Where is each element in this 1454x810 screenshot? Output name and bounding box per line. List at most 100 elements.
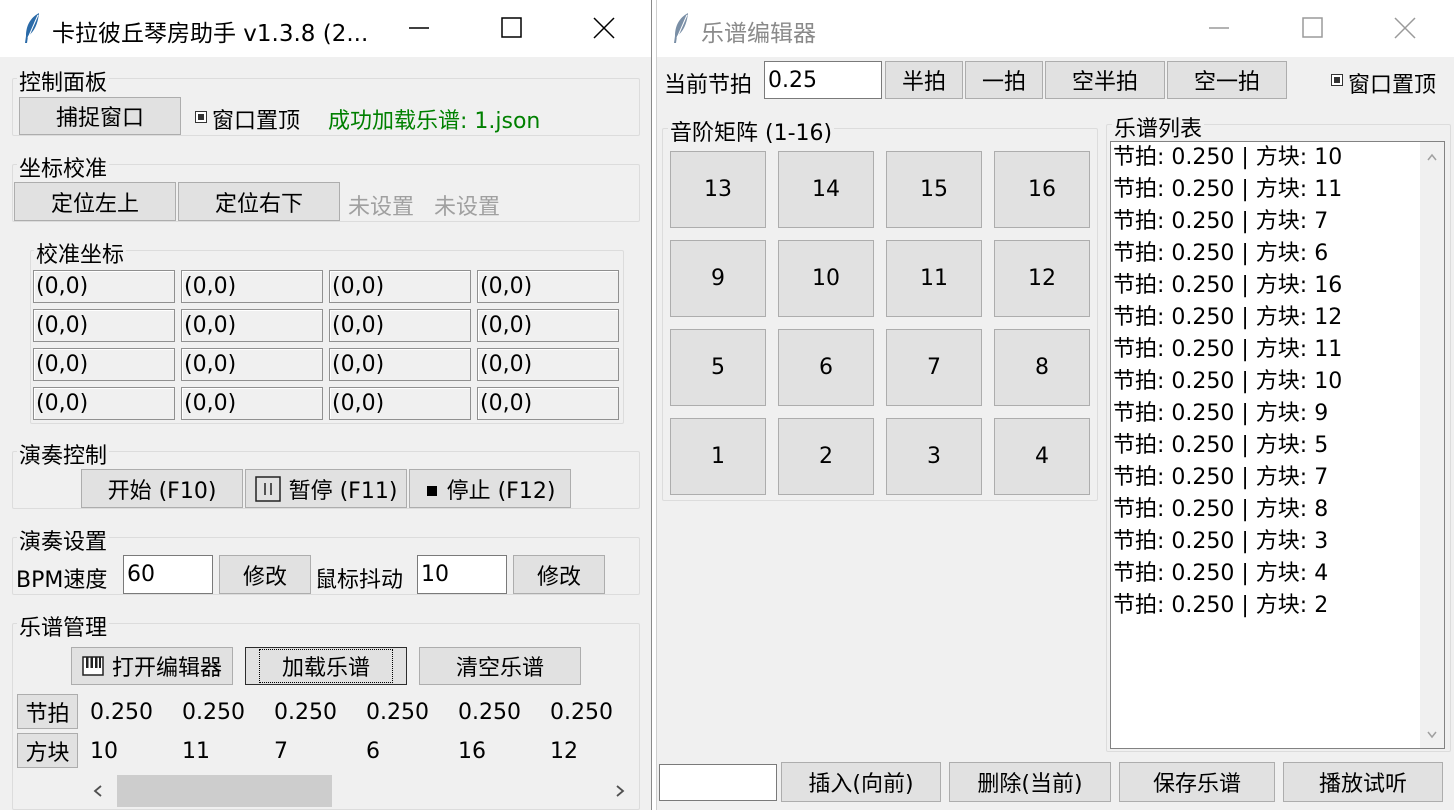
one-beat-button[interactable]: 一拍 bbox=[965, 61, 1043, 99]
delete-current-button[interactable]: 删除(当前) bbox=[949, 762, 1111, 802]
coord-cell: (0,0) bbox=[181, 387, 323, 420]
calibration-legend: 坐标校准 bbox=[17, 151, 110, 183]
beat-cell: 0.250 bbox=[550, 700, 613, 725]
control-panel-legend: 控制面板 bbox=[17, 65, 110, 97]
matrix-button[interactable]: 9 bbox=[670, 240, 766, 317]
scrollbar-thumb[interactable] bbox=[117, 775, 332, 807]
list-item[interactable]: 节拍: 0.250 | 方块: 8 bbox=[1111, 494, 1444, 526]
block-cell: 7 bbox=[274, 739, 288, 764]
jitter-modify-button[interactable]: 修改 bbox=[513, 555, 605, 594]
open-editor-button[interactable]: 打开编辑器 bbox=[71, 647, 233, 685]
coord-cell: (0,0) bbox=[477, 270, 619, 303]
block-cell: 16 bbox=[458, 739, 486, 764]
jitter-input[interactable]: 10 bbox=[417, 555, 507, 594]
scroll-down-icon[interactable] bbox=[1426, 730, 1438, 740]
minimize-icon[interactable] bbox=[396, 10, 442, 46]
list-item[interactable]: 节拍: 0.250 | 方块: 16 bbox=[1111, 270, 1444, 302]
score-list-legend: 乐谱列表 bbox=[1112, 111, 1205, 143]
editor-topmost-checkbox[interactable] bbox=[1331, 74, 1343, 86]
play-preview-button[interactable]: 播放试听 bbox=[1283, 762, 1443, 802]
beat-row: 0.250 0.250 0.250 0.250 0.250 0.250 bbox=[90, 700, 642, 725]
empty-half-beat-button[interactable]: 空半拍 bbox=[1045, 61, 1165, 99]
clear-score-button[interactable]: 清空乐谱 bbox=[419, 647, 581, 685]
list-item[interactable]: 节拍: 0.250 | 方块: 9 bbox=[1111, 398, 1444, 430]
locate-bottom-right-button[interactable]: 定位右下 bbox=[178, 182, 340, 221]
insert-value-input[interactable] bbox=[659, 764, 777, 801]
matrix-button[interactable]: 10 bbox=[778, 240, 874, 317]
score-mgmt-legend: 乐谱管理 bbox=[17, 610, 110, 642]
topmost-checkbox[interactable] bbox=[195, 111, 207, 123]
matrix-button[interactable]: 16 bbox=[994, 151, 1090, 228]
scroll-left-icon[interactable] bbox=[92, 784, 104, 798]
locate-top-left-button[interactable]: 定位左上 bbox=[14, 182, 176, 221]
matrix-button[interactable]: 3 bbox=[886, 418, 982, 495]
coord-cell: (0,0) bbox=[477, 348, 619, 381]
feather-icon bbox=[25, 13, 39, 43]
matrix-button[interactable]: 7 bbox=[886, 329, 982, 406]
list-item[interactable]: 节拍: 0.250 | 方块: 4 bbox=[1111, 558, 1444, 590]
half-beat-button[interactable]: 半拍 bbox=[885, 61, 963, 99]
insert-before-button[interactable]: 插入(向前) bbox=[781, 762, 941, 802]
pause-icon bbox=[254, 475, 281, 502]
beat-header[interactable]: 节拍 bbox=[17, 694, 78, 729]
matrix-button[interactable]: 8 bbox=[994, 329, 1090, 406]
list-item[interactable]: 节拍: 0.250 | 方块: 2 bbox=[1111, 590, 1444, 622]
list-item[interactable]: 节拍: 0.250 | 方块: 12 bbox=[1111, 302, 1444, 334]
close-icon[interactable] bbox=[1382, 10, 1428, 46]
stop-button[interactable]: 停止 (F12) bbox=[409, 469, 571, 508]
coord-cell: (0,0) bbox=[477, 387, 619, 420]
beat-cell: 0.250 bbox=[366, 700, 429, 725]
list-item[interactable]: 节拍: 0.250 | 方块: 10 bbox=[1111, 142, 1444, 174]
matrix-button[interactable]: 15 bbox=[886, 151, 982, 228]
beat-cell: 0.250 bbox=[458, 700, 521, 725]
bpm-label: BPM速度 bbox=[16, 568, 108, 593]
save-score-button[interactable]: 保存乐谱 bbox=[1119, 762, 1275, 802]
start-button[interactable]: 开始 (F10) bbox=[81, 469, 243, 508]
block-cell: 12 bbox=[550, 739, 578, 764]
matrix-button[interactable]: 1 bbox=[670, 418, 766, 495]
scroll-right-icon[interactable] bbox=[614, 784, 626, 798]
matrix-button[interactable]: 5 bbox=[670, 329, 766, 406]
matrix-button[interactable]: 6 bbox=[778, 329, 874, 406]
coord-cell: (0,0) bbox=[33, 348, 175, 381]
maximize-icon[interactable] bbox=[488, 10, 534, 46]
list-item[interactable]: 节拍: 0.250 | 方块: 10 bbox=[1111, 366, 1444, 398]
list-item[interactable]: 节拍: 0.250 | 方块: 5 bbox=[1111, 430, 1444, 462]
editor-topmost-label[interactable]: 窗口置顶 bbox=[1348, 67, 1436, 99]
current-beat-input[interactable]: 0.25 bbox=[764, 61, 882, 99]
topmost-label[interactable]: 窗口置顶 bbox=[212, 103, 300, 135]
bpm-input[interactable]: 60 bbox=[123, 555, 213, 594]
pause-button[interactable]: 暂停 (F11) bbox=[245, 469, 407, 508]
coord-cell: (0,0) bbox=[181, 270, 323, 303]
block-header[interactable]: 方块 bbox=[17, 733, 78, 768]
matrix-legend: 音阶矩阵 (1-16) bbox=[668, 115, 835, 147]
minimize-icon[interactable] bbox=[1196, 10, 1242, 46]
top-left-status: 未设置 bbox=[348, 195, 415, 220]
matrix-button[interactable]: 2 bbox=[778, 418, 874, 495]
close-icon[interactable] bbox=[581, 10, 627, 46]
bpm-modify-button[interactable]: 修改 bbox=[219, 555, 311, 594]
score-listbox[interactable]: 节拍: 0.250 | 方块: 10 节拍: 0.250 | 方块: 11 节拍… bbox=[1110, 141, 1445, 749]
empty-one-beat-button[interactable]: 空一拍 bbox=[1167, 61, 1287, 99]
list-item[interactable]: 节拍: 0.250 | 方块: 11 bbox=[1111, 174, 1444, 206]
list-scrollbar[interactable] bbox=[1420, 142, 1444, 748]
list-item[interactable]: 节拍: 0.250 | 方块: 7 bbox=[1111, 206, 1444, 238]
list-item[interactable]: 节拍: 0.250 | 方块: 11 bbox=[1111, 334, 1444, 366]
matrix-button[interactable]: 12 bbox=[994, 240, 1090, 317]
matrix-button[interactable]: 14 bbox=[778, 151, 874, 228]
maximize-icon[interactable] bbox=[1289, 10, 1335, 46]
horizontal-scrollbar[interactable] bbox=[86, 775, 638, 807]
list-item[interactable]: 节拍: 0.250 | 方块: 6 bbox=[1111, 238, 1444, 270]
matrix-button[interactable]: 13 bbox=[670, 151, 766, 228]
load-score-button[interactable]: 加载乐谱 bbox=[245, 647, 407, 685]
scroll-up-icon[interactable] bbox=[1426, 152, 1438, 162]
coord-cell: (0,0) bbox=[329, 387, 471, 420]
capture-window-button[interactable]: 捕捉窗口 bbox=[19, 97, 181, 135]
list-item[interactable]: 节拍: 0.250 | 方块: 7 bbox=[1111, 462, 1444, 494]
main-titlebar: 卡拉彼丘琴房助手 v1.3.8 (2... bbox=[0, 0, 651, 57]
matrix-button[interactable]: 11 bbox=[886, 240, 982, 317]
coord-cell: (0,0) bbox=[329, 270, 471, 303]
list-item[interactable]: 节拍: 0.250 | 方块: 3 bbox=[1111, 526, 1444, 558]
play-control-legend: 演奏控制 bbox=[17, 438, 110, 470]
matrix-button[interactable]: 4 bbox=[994, 418, 1090, 495]
